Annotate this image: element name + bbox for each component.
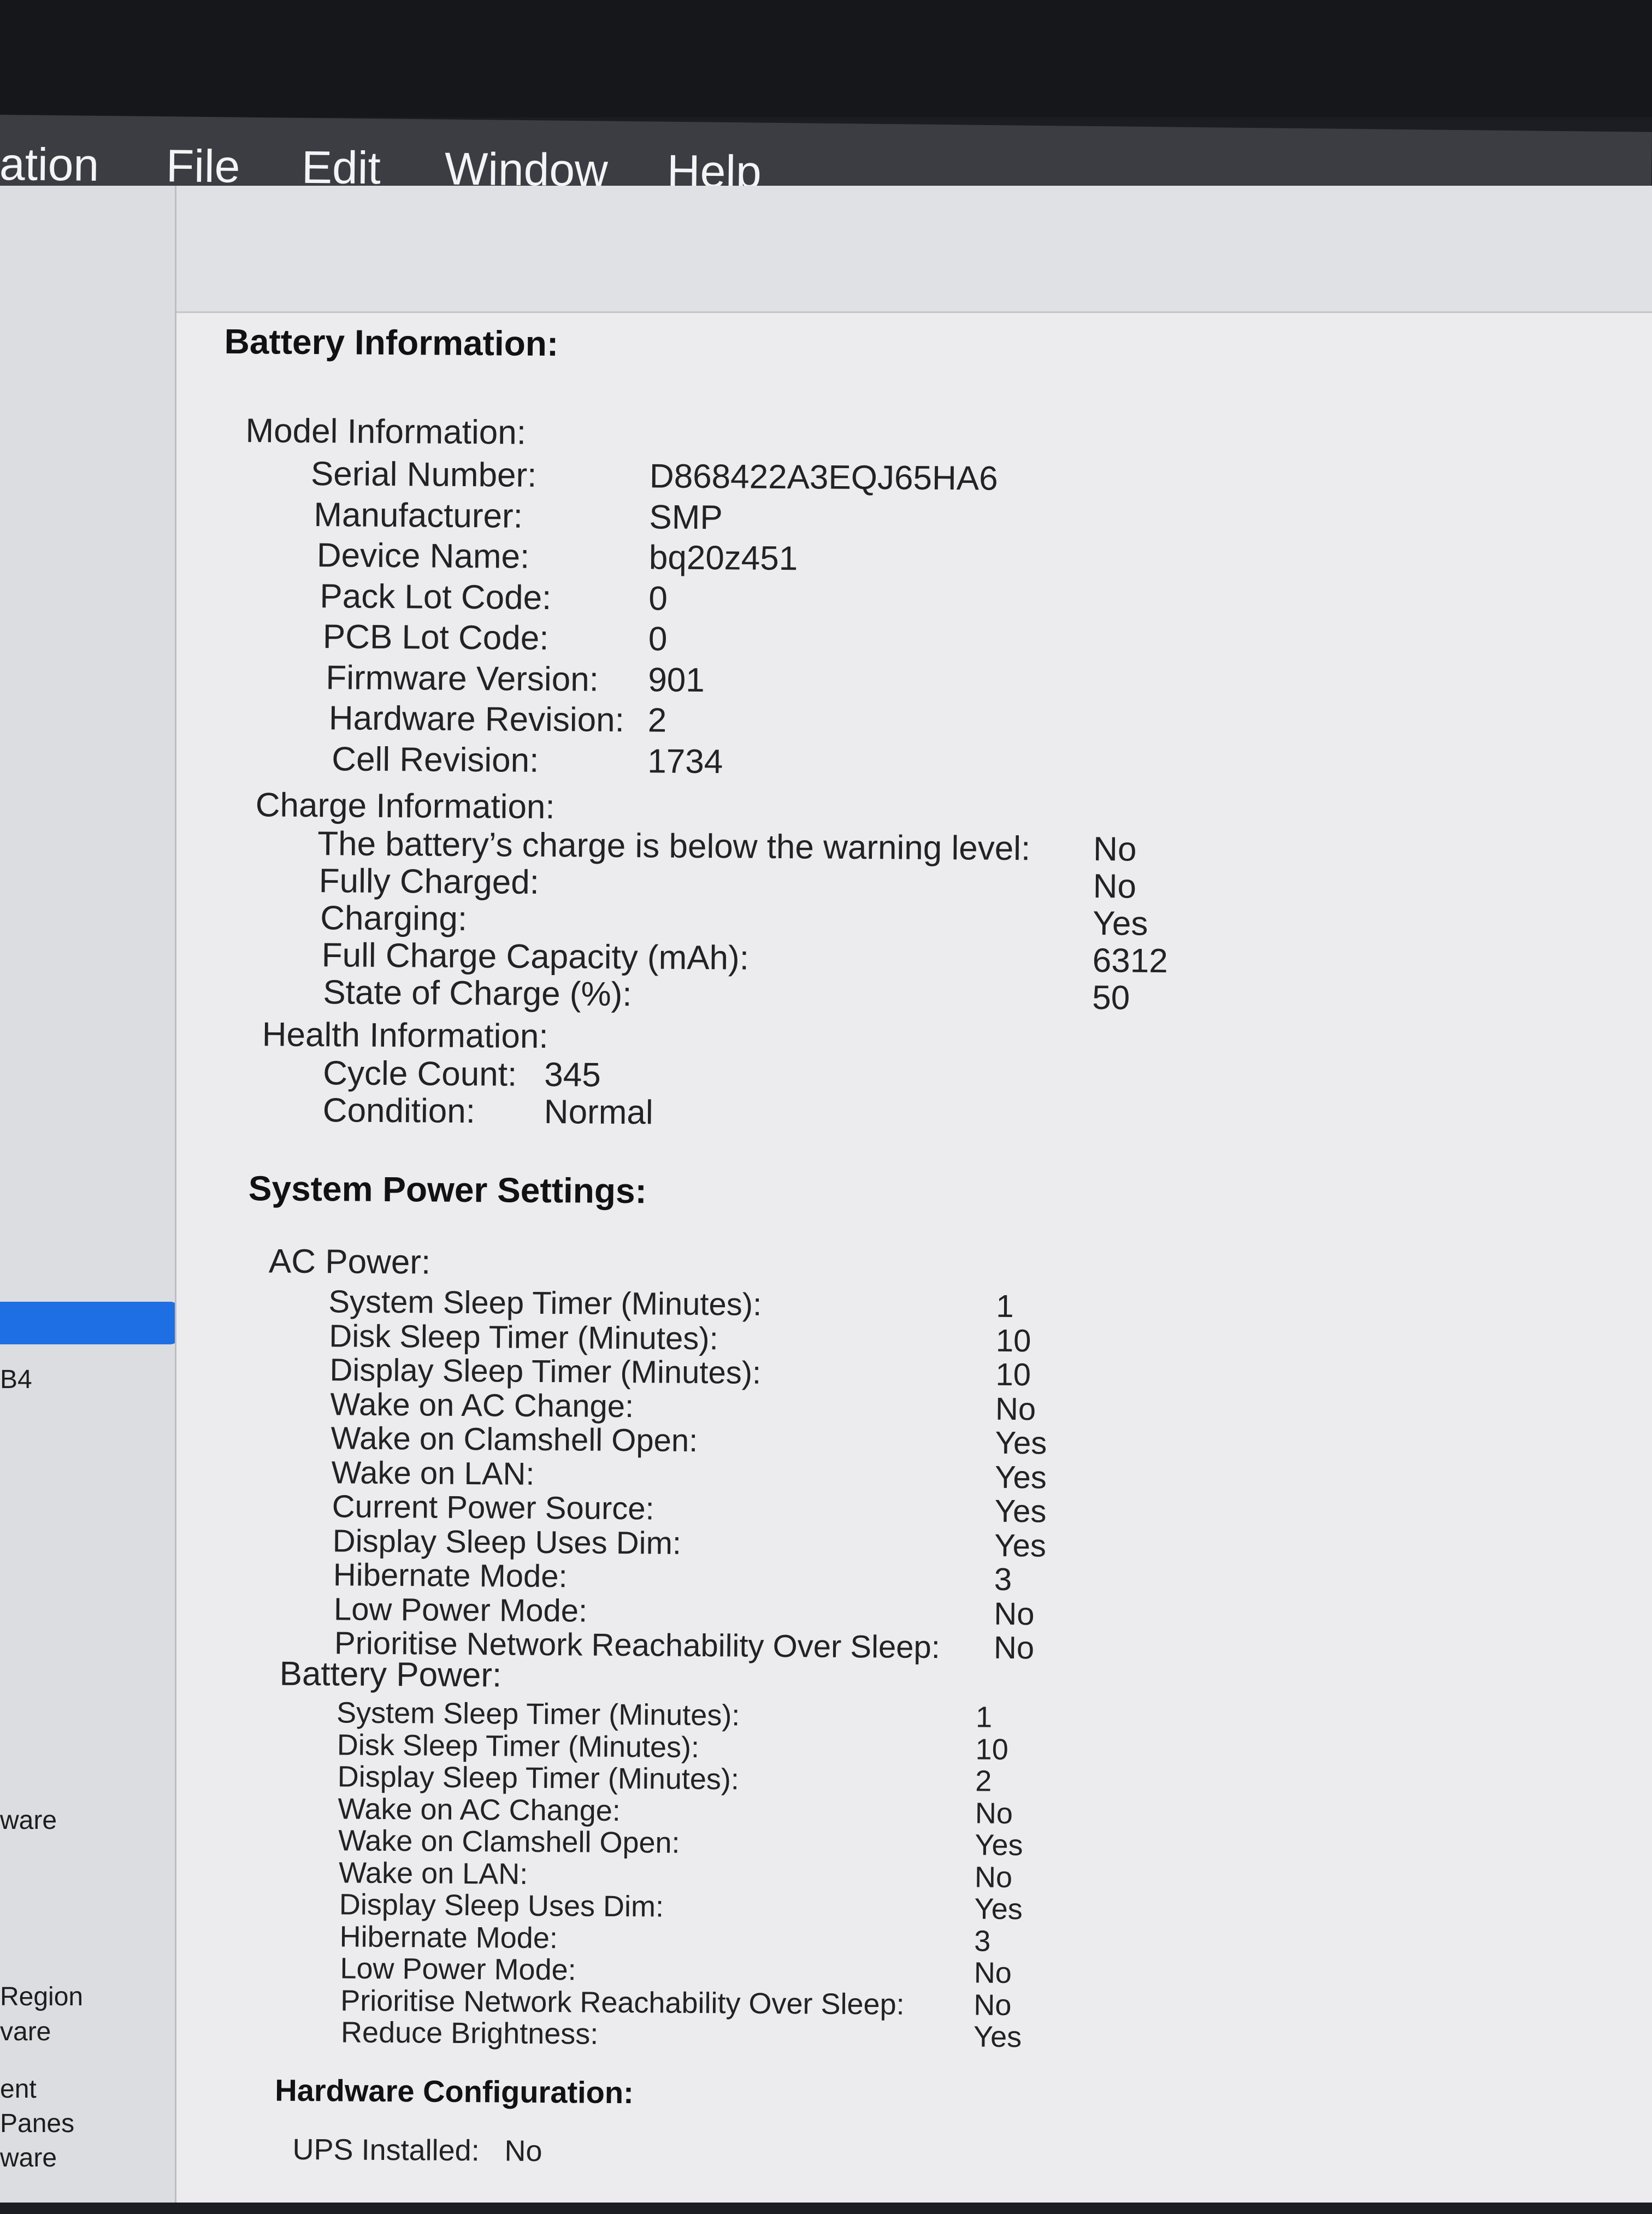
sidebar-selected-item[interactable] bbox=[0, 1302, 179, 1344]
sidebar-item-ware-2[interactable]: ware bbox=[0, 2143, 57, 2173]
screen-bezel bbox=[0, 0, 1652, 117]
sidebar-item-ware[interactable]: ware bbox=[0, 1805, 57, 1835]
sidebar-item-region[interactable]: Region bbox=[0, 1982, 83, 2012]
sidebar-item-panes[interactable]: Panes bbox=[0, 2109, 74, 2139]
report-pane[interactable] bbox=[175, 186, 1652, 2203]
sidebar-item-b4[interactable]: B4 bbox=[0, 1365, 32, 1395]
sidebar-item-ent[interactable]: ent bbox=[0, 2074, 37, 2104]
sidebar: B4 ware Region vare ent Panes ware bbox=[0, 186, 179, 2203]
report-header-area bbox=[176, 186, 1652, 313]
sidebar-item-vare[interactable]: vare bbox=[0, 2017, 51, 2047]
